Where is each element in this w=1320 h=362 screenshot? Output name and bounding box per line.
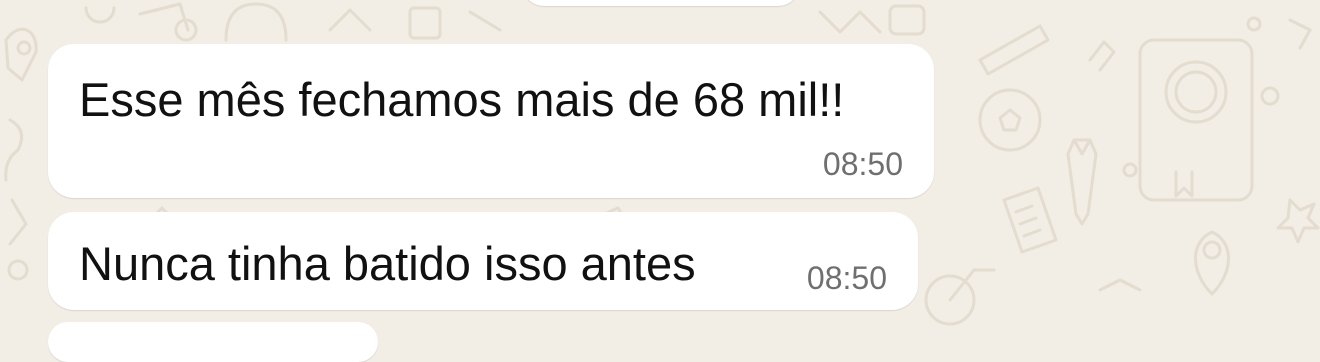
pencil-icon bbox=[978, 24, 1050, 76]
message-bubble[interactable]: Nunca tinha batido isso antes 08:50 bbox=[48, 212, 918, 310]
message-text: Esse mês fechamos mais de 68 mil!! bbox=[79, 73, 845, 126]
message-timestamp: 08:50 bbox=[822, 146, 903, 182]
message-bubble[interactable]: Esse mês fechamos mais de 68 mil!! 08:50 bbox=[48, 44, 934, 198]
previous-message-bubble bbox=[522, 0, 800, 6]
message-timestamp: 08:50 bbox=[806, 260, 887, 296]
pound-coin-book-icon bbox=[1138, 38, 1254, 202]
next-message-bubble bbox=[48, 322, 378, 362]
star-badge-icon bbox=[978, 88, 1042, 152]
necktie-icon bbox=[1066, 138, 1098, 226]
bicycle-icon bbox=[924, 268, 996, 326]
receipt-icon bbox=[1002, 186, 1058, 254]
location-pin-icon bbox=[1194, 230, 1230, 296]
message-text: Nunca tinha batido isso antes bbox=[79, 237, 696, 290]
rocket-icon bbox=[4, 27, 38, 182]
